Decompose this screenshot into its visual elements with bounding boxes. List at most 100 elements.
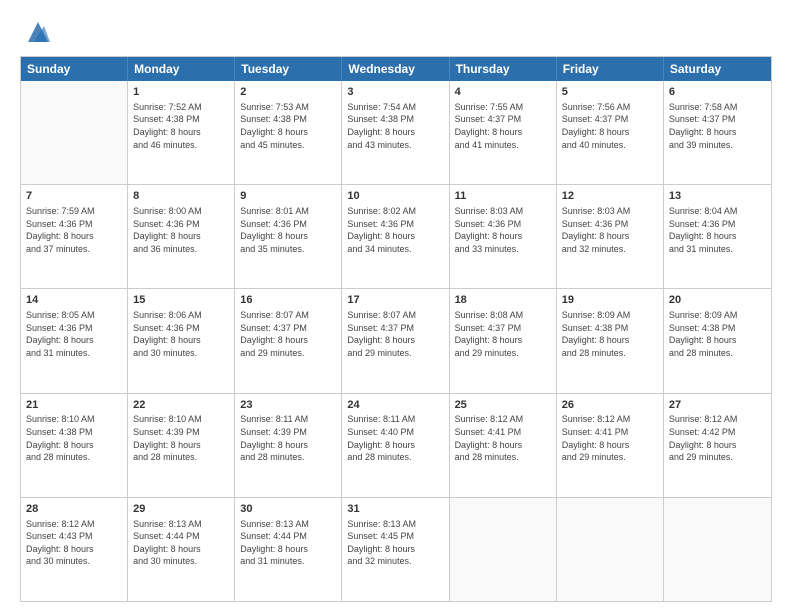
cell-info: Sunrise: 8:12 AM Sunset: 4:42 PM Dayligh… (669, 413, 766, 463)
calendar-cell: 26Sunrise: 8:12 AM Sunset: 4:41 PM Dayli… (557, 394, 664, 497)
day-number: 1 (133, 85, 229, 100)
calendar-cell: 8Sunrise: 8:00 AM Sunset: 4:36 PM Daylig… (128, 185, 235, 288)
cell-info: Sunrise: 8:11 AM Sunset: 4:39 PM Dayligh… (240, 413, 336, 463)
cell-info: Sunrise: 7:52 AM Sunset: 4:38 PM Dayligh… (133, 101, 229, 151)
calendar-cell: 28Sunrise: 8:12 AM Sunset: 4:43 PM Dayli… (21, 498, 128, 601)
calendar-row: 14Sunrise: 8:05 AM Sunset: 4:36 PM Dayli… (21, 288, 771, 392)
calendar-cell: 16Sunrise: 8:07 AM Sunset: 4:37 PM Dayli… (235, 289, 342, 392)
day-number: 21 (26, 398, 122, 413)
calendar-cell: 10Sunrise: 8:02 AM Sunset: 4:36 PM Dayli… (342, 185, 449, 288)
cell-info: Sunrise: 8:11 AM Sunset: 4:40 PM Dayligh… (347, 413, 443, 463)
day-number: 18 (455, 293, 551, 308)
day-of-week-header: Sunday (21, 57, 128, 81)
cell-info: Sunrise: 8:01 AM Sunset: 4:36 PM Dayligh… (240, 205, 336, 255)
cell-info: Sunrise: 8:12 AM Sunset: 4:41 PM Dayligh… (455, 413, 551, 463)
day-number: 27 (669, 398, 766, 413)
calendar-cell: 20Sunrise: 8:09 AM Sunset: 4:38 PM Dayli… (664, 289, 771, 392)
calendar-cell: 30Sunrise: 8:13 AM Sunset: 4:44 PM Dayli… (235, 498, 342, 601)
logo (20, 18, 52, 46)
day-number: 23 (240, 398, 336, 413)
cell-info: Sunrise: 7:56 AM Sunset: 4:37 PM Dayligh… (562, 101, 658, 151)
day-number: 25 (455, 398, 551, 413)
cell-info: Sunrise: 8:02 AM Sunset: 4:36 PM Dayligh… (347, 205, 443, 255)
calendar-cell: 15Sunrise: 8:06 AM Sunset: 4:36 PM Dayli… (128, 289, 235, 392)
calendar-cell: 5Sunrise: 7:56 AM Sunset: 4:37 PM Daylig… (557, 81, 664, 184)
day-number: 8 (133, 189, 229, 204)
calendar-row: 28Sunrise: 8:12 AM Sunset: 4:43 PM Dayli… (21, 497, 771, 601)
day-of-week-header: Wednesday (342, 57, 449, 81)
calendar-cell: 22Sunrise: 8:10 AM Sunset: 4:39 PM Dayli… (128, 394, 235, 497)
header (20, 18, 772, 46)
calendar-row: 7Sunrise: 7:59 AM Sunset: 4:36 PM Daylig… (21, 184, 771, 288)
calendar-cell: 2Sunrise: 7:53 AM Sunset: 4:38 PM Daylig… (235, 81, 342, 184)
calendar-cell: 7Sunrise: 7:59 AM Sunset: 4:36 PM Daylig… (21, 185, 128, 288)
day-number: 10 (347, 189, 443, 204)
calendar-cell: 6Sunrise: 7:58 AM Sunset: 4:37 PM Daylig… (664, 81, 771, 184)
day-number: 5 (562, 85, 658, 100)
calendar-cell: 24Sunrise: 8:11 AM Sunset: 4:40 PM Dayli… (342, 394, 449, 497)
cell-info: Sunrise: 7:55 AM Sunset: 4:37 PM Dayligh… (455, 101, 551, 151)
cell-info: Sunrise: 8:09 AM Sunset: 4:38 PM Dayligh… (562, 309, 658, 359)
cell-info: Sunrise: 7:58 AM Sunset: 4:37 PM Dayligh… (669, 101, 766, 151)
day-number: 19 (562, 293, 658, 308)
calendar-cell (664, 498, 771, 601)
calendar-cell: 3Sunrise: 7:54 AM Sunset: 4:38 PM Daylig… (342, 81, 449, 184)
calendar-cell (557, 498, 664, 601)
cell-info: Sunrise: 8:08 AM Sunset: 4:37 PM Dayligh… (455, 309, 551, 359)
calendar-cell: 12Sunrise: 8:03 AM Sunset: 4:36 PM Dayli… (557, 185, 664, 288)
day-number: 15 (133, 293, 229, 308)
day-of-week-header: Friday (557, 57, 664, 81)
calendar-cell: 1Sunrise: 7:52 AM Sunset: 4:38 PM Daylig… (128, 81, 235, 184)
day-number: 6 (669, 85, 766, 100)
calendar-cell: 18Sunrise: 8:08 AM Sunset: 4:37 PM Dayli… (450, 289, 557, 392)
day-number: 12 (562, 189, 658, 204)
calendar-row: 21Sunrise: 8:10 AM Sunset: 4:38 PM Dayli… (21, 393, 771, 497)
day-number: 24 (347, 398, 443, 413)
day-of-week-header: Saturday (664, 57, 771, 81)
calendar-body: 1Sunrise: 7:52 AM Sunset: 4:38 PM Daylig… (21, 81, 771, 601)
cell-info: Sunrise: 8:10 AM Sunset: 4:38 PM Dayligh… (26, 413, 122, 463)
day-of-week-header: Tuesday (235, 57, 342, 81)
day-number: 20 (669, 293, 766, 308)
day-number: 13 (669, 189, 766, 204)
cell-info: Sunrise: 8:12 AM Sunset: 4:41 PM Dayligh… (562, 413, 658, 463)
day-number: 7 (26, 189, 122, 204)
day-number: 28 (26, 502, 122, 517)
calendar-cell: 13Sunrise: 8:04 AM Sunset: 4:36 PM Dayli… (664, 185, 771, 288)
day-number: 17 (347, 293, 443, 308)
day-number: 29 (133, 502, 229, 517)
calendar-header: SundayMondayTuesdayWednesdayThursdayFrid… (21, 57, 771, 81)
day-number: 3 (347, 85, 443, 100)
calendar-cell: 4Sunrise: 7:55 AM Sunset: 4:37 PM Daylig… (450, 81, 557, 184)
day-number: 31 (347, 502, 443, 517)
cell-info: Sunrise: 8:03 AM Sunset: 4:36 PM Dayligh… (455, 205, 551, 255)
cell-info: Sunrise: 8:06 AM Sunset: 4:36 PM Dayligh… (133, 309, 229, 359)
cell-info: Sunrise: 8:04 AM Sunset: 4:36 PM Dayligh… (669, 205, 766, 255)
calendar-row: 1Sunrise: 7:52 AM Sunset: 4:38 PM Daylig… (21, 81, 771, 184)
cell-info: Sunrise: 8:13 AM Sunset: 4:44 PM Dayligh… (133, 518, 229, 568)
cell-info: Sunrise: 8:10 AM Sunset: 4:39 PM Dayligh… (133, 413, 229, 463)
calendar-cell: 23Sunrise: 8:11 AM Sunset: 4:39 PM Dayli… (235, 394, 342, 497)
day-number: 30 (240, 502, 336, 517)
cell-info: Sunrise: 7:53 AM Sunset: 4:38 PM Dayligh… (240, 101, 336, 151)
cell-info: Sunrise: 8:07 AM Sunset: 4:37 PM Dayligh… (347, 309, 443, 359)
day-number: 9 (240, 189, 336, 204)
cell-info: Sunrise: 8:03 AM Sunset: 4:36 PM Dayligh… (562, 205, 658, 255)
day-number: 22 (133, 398, 229, 413)
cell-info: Sunrise: 8:13 AM Sunset: 4:44 PM Dayligh… (240, 518, 336, 568)
calendar-cell: 25Sunrise: 8:12 AM Sunset: 4:41 PM Dayli… (450, 394, 557, 497)
cell-info: Sunrise: 8:00 AM Sunset: 4:36 PM Dayligh… (133, 205, 229, 255)
calendar-cell: 27Sunrise: 8:12 AM Sunset: 4:42 PM Dayli… (664, 394, 771, 497)
calendar-cell: 19Sunrise: 8:09 AM Sunset: 4:38 PM Dayli… (557, 289, 664, 392)
day-of-week-header: Monday (128, 57, 235, 81)
page: SundayMondayTuesdayWednesdayThursdayFrid… (0, 0, 792, 612)
day-number: 4 (455, 85, 551, 100)
day-number: 14 (26, 293, 122, 308)
calendar-cell: 21Sunrise: 8:10 AM Sunset: 4:38 PM Dayli… (21, 394, 128, 497)
cell-info: Sunrise: 8:05 AM Sunset: 4:36 PM Dayligh… (26, 309, 122, 359)
calendar-cell: 14Sunrise: 8:05 AM Sunset: 4:36 PM Dayli… (21, 289, 128, 392)
day-number: 16 (240, 293, 336, 308)
calendar: SundayMondayTuesdayWednesdayThursdayFrid… (20, 56, 772, 602)
cell-info: Sunrise: 8:09 AM Sunset: 4:38 PM Dayligh… (669, 309, 766, 359)
calendar-cell (21, 81, 128, 184)
